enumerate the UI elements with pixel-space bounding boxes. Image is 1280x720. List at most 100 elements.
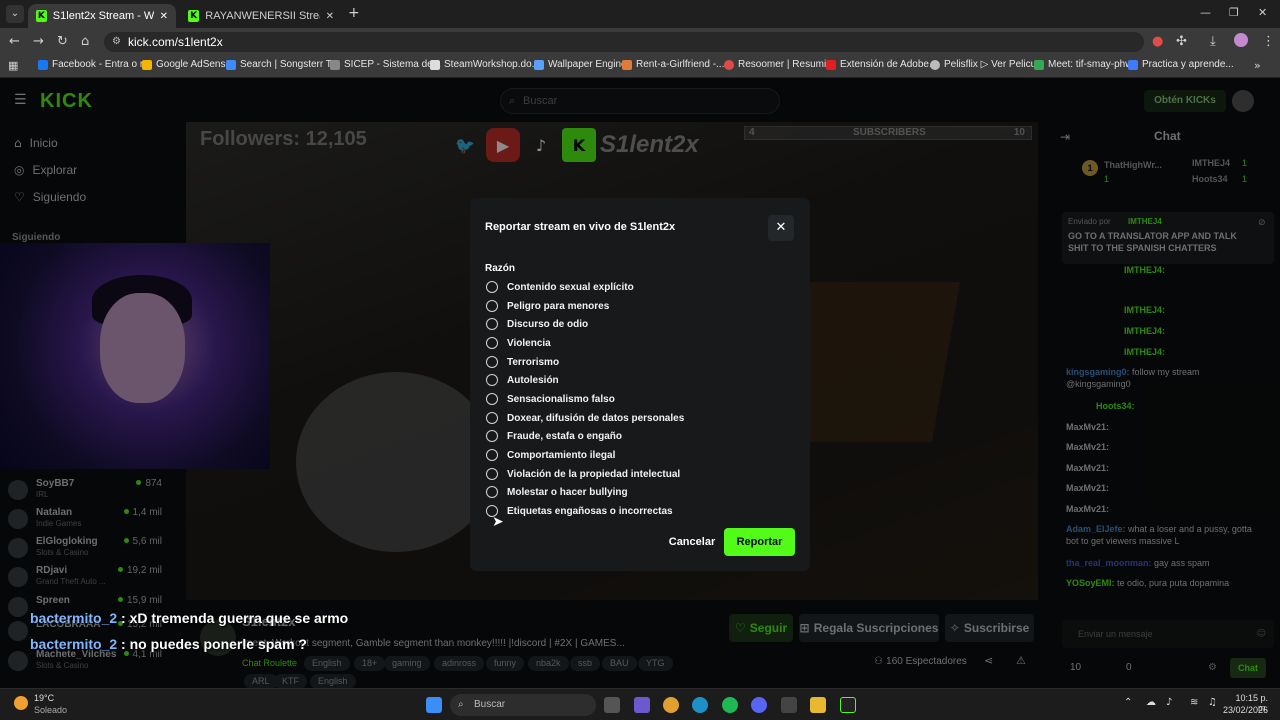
tab-close-icon[interactable]: ✕ <box>160 11 168 22</box>
microphone-icon[interactable]: ♪ <box>1166 697 1172 708</box>
bookmark-item[interactable]: Wallpaper Engine <box>534 59 627 70</box>
reason-option[interactable]: Violencia <box>486 335 551 351</box>
home-icon[interactable]: ⌂ <box>81 34 89 49</box>
radio-button[interactable] <box>486 300 498 312</box>
download-icon[interactable]: ⤓ <box>1210 34 1216 49</box>
apps-grid-icon[interactable]: ▦ <box>8 59 18 72</box>
tab-title: S1lent2x Stream - Watch Live o <box>52 10 154 22</box>
facebook-icon <box>38 59 48 70</box>
songsterr-icon <box>226 59 236 70</box>
radio-button[interactable] <box>486 468 498 480</box>
cancel-button[interactable]: Cancelar <box>664 528 720 556</box>
overlay-chat-line: bactermito_2 : xD tremenda guerra que se… <box>30 610 349 626</box>
radio-button[interactable] <box>486 449 498 461</box>
close-window-icon[interactable]: ✕ <box>1258 6 1267 19</box>
file-explorer-icon[interactable] <box>810 697 826 713</box>
kick-favicon-icon: K <box>188 10 200 22</box>
radio-button[interactable] <box>486 318 498 330</box>
radio-button[interactable] <box>486 430 498 442</box>
tab-s1lent2x[interactable]: K S1lent2x Stream - Watch Live o ✕ <box>28 4 176 28</box>
tab-list-icon[interactable]: ⌄ <box>6 5 24 23</box>
bookmark-item[interactable]: Rent-a-Girlfriend -... <box>622 59 724 70</box>
spotify-icon[interactable] <box>722 697 738 713</box>
wifi-icon[interactable]: ≋ <box>1190 697 1198 708</box>
chrome-icon[interactable] <box>663 697 679 713</box>
app-icon[interactable] <box>840 697 856 713</box>
bookmark-item[interactable]: Meet: tif-smay-phw <box>1034 59 1132 70</box>
radio-button[interactable] <box>486 356 498 368</box>
mouse-cursor-icon: ➤ <box>492 514 504 530</box>
extensions-puzzle-icon[interactable]: ✣ <box>1176 34 1187 49</box>
more-bookmarks-icon[interactable]: » <box>1254 59 1261 72</box>
bookmark-item[interactable]: Extensión de Adobe... <box>826 59 937 70</box>
reload-icon[interactable]: ↻ <box>57 34 68 49</box>
tray-chevron-icon[interactable]: ⌃ <box>1124 697 1132 708</box>
clock-date[interactable]: 23/02/2026 <box>1222 705 1268 715</box>
profile-avatar-icon[interactable] <box>1234 33 1248 47</box>
radio-button[interactable] <box>486 486 498 498</box>
reason-option[interactable]: Terrorismo <box>486 354 559 370</box>
url-input[interactable]: ⚙ kick.com/s1lent2x <box>104 32 1144 52</box>
bookmark-item[interactable]: Pelisflix ▷ Ver Pelicu... <box>930 59 1045 70</box>
radio-button[interactable] <box>486 374 498 386</box>
widgets-icon[interactable] <box>634 697 650 713</box>
edge-icon[interactable] <box>692 697 708 713</box>
bookmark-item[interactable]: SICEP - Sistema de... <box>330 59 441 70</box>
reason-option[interactable]: Autolesión <box>486 372 559 388</box>
reason-option[interactable]: Violación de la propiedad intelectual <box>486 466 680 482</box>
url-text: kick.com/s1lent2x <box>128 35 223 49</box>
bookmark-item[interactable]: SteamWorkshop.do... <box>430 59 540 70</box>
volume-icon[interactable]: ♫ <box>1208 697 1217 708</box>
kick-favicon-icon: K <box>36 10 47 22</box>
reason-option[interactable]: Peligro para menores <box>486 298 609 314</box>
search-icon: ⌕ <box>458 699 464 710</box>
radio-button[interactable] <box>486 337 498 349</box>
tab-close-icon[interactable]: ✕ <box>326 11 334 22</box>
meet-icon <box>1034 59 1044 70</box>
windows-start-icon[interactable] <box>426 697 442 713</box>
reason-option[interactable]: Sensacionalismo falso <box>486 391 615 407</box>
weather-sun-icon[interactable] <box>14 696 28 710</box>
steam-icon[interactable] <box>781 697 797 713</box>
close-icon[interactable]: ✕ <box>768 215 794 241</box>
reason-option[interactable]: Contenido sexual explícito <box>486 279 634 295</box>
discord-icon[interactable] <box>751 697 767 713</box>
tab-title: RAYANWENERSII Stream - Watc <box>205 10 320 22</box>
reason-option[interactable]: Molestar o hacer bullying <box>486 484 628 500</box>
reason-label: Razón <box>485 263 515 274</box>
reason-option[interactable]: Doxear, difusión de datos personales <box>486 410 684 426</box>
report-button[interactable]: Reportar <box>724 528 795 556</box>
radio-button[interactable] <box>486 281 498 293</box>
bookmarks-bar: ▦ Facebook - Entra o r... Google AdSense… <box>0 56 1280 78</box>
bookmark-item[interactable]: Google AdSense <box>142 59 231 70</box>
tab-rayanwenersii[interactable]: K RAYANWENERSII Stream - Watc ✕ <box>180 4 342 28</box>
tray-app-icon[interactable]: ☁ <box>1146 697 1156 708</box>
reason-option[interactable]: Discurso de odio <box>486 316 588 332</box>
extension-icon[interactable]: ● <box>1152 34 1163 49</box>
resoomer-icon <box>724 59 734 70</box>
report-modal: Reportar stream en vivo de S1lent2x ✕ Ra… <box>470 198 810 571</box>
reason-option[interactable]: Fraude, estafa o engaño <box>486 428 622 444</box>
maximize-icon[interactable]: ❐ <box>1229 6 1239 19</box>
bookmark-item[interactable]: Search | Songsterr T... <box>226 59 339 70</box>
back-icon[interactable]: ← <box>9 34 20 49</box>
reason-option[interactable]: Comportamiento ilegal <box>486 447 615 463</box>
bookmark-item[interactable]: Practica y aprende... <box>1128 59 1234 70</box>
globe-icon <box>930 59 940 70</box>
radio-button[interactable] <box>486 393 498 405</box>
forward-icon[interactable]: → <box>33 34 44 49</box>
wallpaper-engine-icon <box>534 59 544 70</box>
browser-tab-bar: ⌄ K S1lent2x Stream - Watch Live o ✕ K R… <box>0 0 1280 28</box>
info-icon <box>1128 59 1138 70</box>
taskbar-search[interactable]: ⌕ Buscar <box>450 694 596 716</box>
new-tab-button[interactable]: + <box>348 5 360 21</box>
reason-option[interactable]: Etiquetas engañosas o incorrectas <box>486 503 673 519</box>
bookmark-item[interactable]: Resoomer | Resumi... <box>724 59 835 70</box>
site-info-icon[interactable]: ⚙ <box>112 32 121 52</box>
minimize-icon[interactable]: — <box>1200 6 1211 19</box>
radio-button[interactable] <box>486 412 498 424</box>
task-view-icon[interactable] <box>604 697 620 713</box>
menu-dots-icon[interactable]: ⋮ <box>1262 34 1275 49</box>
adsense-icon <box>142 59 152 70</box>
bookmark-item[interactable]: Facebook - Entra o r... <box>38 59 151 70</box>
